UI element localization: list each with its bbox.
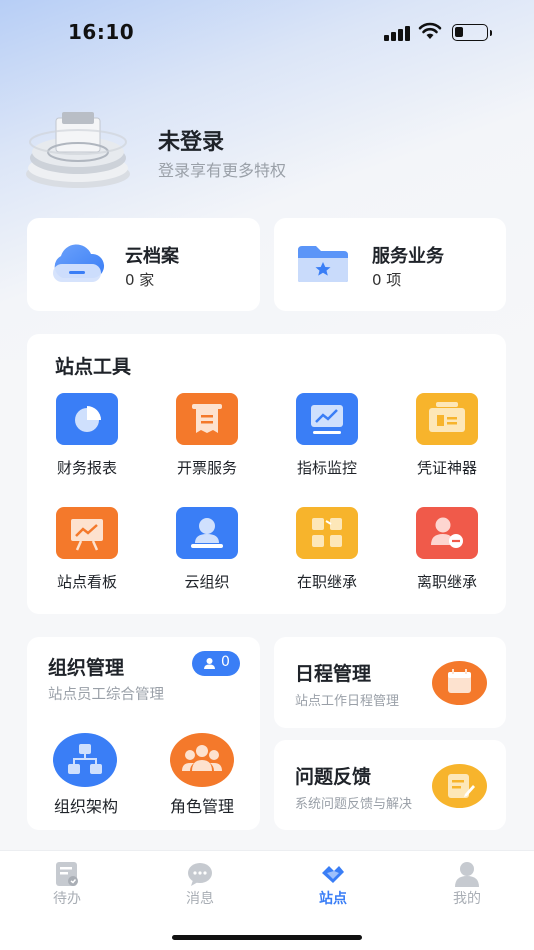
tool-resign-inherit[interactable]: 离职继承 — [387, 507, 507, 607]
home-indicator — [172, 935, 362, 940]
schedule-subtitle: 站点工作日程管理 — [295, 694, 400, 709]
tool-onjob-inherit[interactable]: 在职继承 — [267, 507, 387, 607]
service-business-title: 服务业务 — [372, 246, 444, 267]
tool-site-board[interactable]: 站点看板 — [27, 507, 147, 607]
folder-star-icon — [298, 246, 348, 282]
org-structure-label: 组织架构 — [53, 797, 118, 816]
service-business-card[interactable]: 服务业务 0 项 — [274, 218, 506, 311]
member-count-badge[interactable]: 0 — [192, 651, 240, 676]
status-time: 16:10 — [68, 20, 135, 44]
schedule-card[interactable]: 日程管理 站点工作日程管理 — [274, 637, 506, 728]
cloud-icon — [53, 244, 105, 282]
tool-label: 财务报表 — [56, 459, 117, 477]
tool-financial-report[interactable]: 财务报表 — [27, 393, 147, 493]
tool-voucher-artifact[interactable]: 凭证神器 — [387, 393, 507, 493]
cloud-archive-count: 0 家 — [125, 271, 155, 289]
tab-label: 消息 — [186, 891, 214, 907]
cloud-archive-card[interactable]: 云档案 0 家 — [27, 218, 260, 311]
login-status-subtitle: 登录享有更多特权 — [158, 161, 287, 180]
todo-icon — [56, 862, 78, 886]
login-status-title[interactable]: 未登录 — [158, 124, 224, 156]
tool-label: 指标监控 — [296, 459, 357, 477]
tool-label: 凭证神器 — [416, 459, 477, 477]
swap-icon — [296, 507, 358, 559]
tool-label: 站点看板 — [56, 573, 117, 591]
tool-label: 在职继承 — [296, 573, 357, 591]
tool-label: 开票服务 — [176, 459, 237, 477]
message-icon — [188, 863, 212, 886]
service-business-count: 0 项 — [372, 271, 402, 289]
ticket-icon — [416, 393, 478, 445]
pie-chart-icon — [56, 393, 118, 445]
tool-invoice-service[interactable]: 开票服务 — [147, 393, 267, 493]
tab-todo[interactable]: 待办 — [27, 861, 107, 911]
cellular-signal-icon — [384, 25, 410, 41]
battery-icon — [452, 24, 492, 41]
schedule-title: 日程管理 — [295, 663, 372, 685]
tab-mine[interactable]: 我的 — [427, 861, 507, 911]
feedback-subtitle: 系统问题反馈与解决 — [295, 797, 413, 812]
group-icon — [170, 733, 234, 787]
org-management-subtitle: 站点员工综合管理 — [48, 687, 164, 703]
calendar-icon — [432, 661, 487, 705]
site-tools-card: 站点工具 财务报表 开票服务 指标监控 凭证神器 站点看板 云组织 在职继承 离… — [27, 334, 506, 614]
status-bar: 16:10 — [0, 0, 534, 64]
tool-indicator-monitor[interactable]: 指标监控 — [267, 393, 387, 493]
tab-messages[interactable]: 消息 — [160, 861, 240, 911]
person-icon — [204, 658, 215, 669]
role-management-label: 角色管理 — [169, 797, 234, 816]
site-tools-title: 站点工具 — [55, 356, 132, 378]
tab-label: 我的 — [453, 891, 481, 907]
org-management-title: 组织管理 — [48, 657, 125, 679]
tool-label: 云组织 — [184, 573, 230, 591]
board-icon — [56, 507, 118, 559]
tool-label: 离职继承 — [416, 573, 477, 591]
tool-cloud-organization[interactable]: 云组织 — [147, 507, 267, 607]
person-leave-icon — [416, 507, 478, 559]
tab-site[interactable]: 站点 — [293, 861, 373, 911]
avatar-icon — [26, 112, 130, 188]
feedback-card[interactable]: 问题反馈 系统问题反馈与解决 — [274, 740, 506, 830]
receipt-icon — [176, 393, 238, 445]
org-person-icon — [176, 507, 238, 559]
monitor-chart-icon — [296, 393, 358, 445]
site-icon — [322, 866, 344, 883]
tab-label: 待办 — [53, 891, 81, 907]
wifi-icon — [418, 22, 442, 39]
feedback-title: 问题反馈 — [295, 766, 372, 788]
hierarchy-icon — [53, 733, 117, 787]
member-count: 0 — [221, 654, 230, 670]
tab-label: 站点 — [319, 891, 347, 907]
note-edit-icon — [432, 764, 487, 808]
cloud-archive-title: 云档案 — [125, 246, 179, 267]
profile-icon — [455, 862, 479, 887]
